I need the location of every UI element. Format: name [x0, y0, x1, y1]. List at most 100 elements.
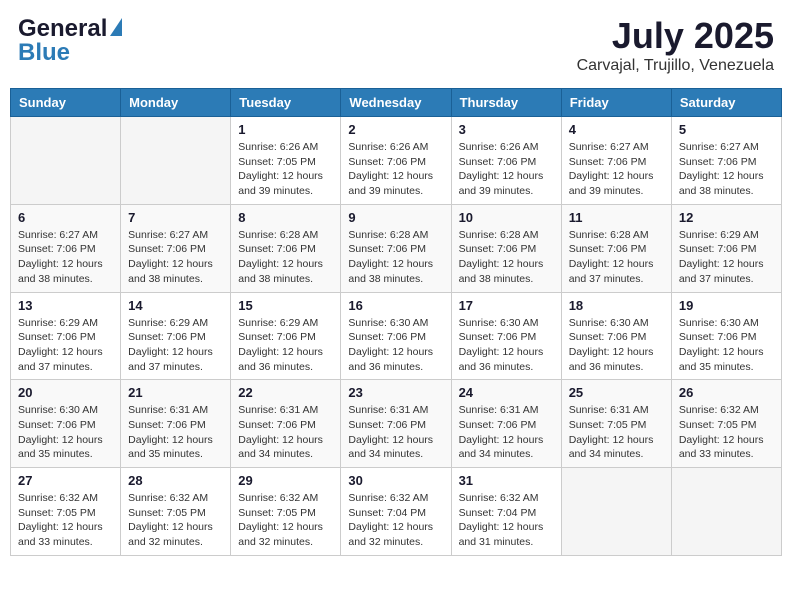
weekday-header-wednesday: Wednesday [341, 89, 451, 117]
calendar-cell [121, 117, 231, 205]
calendar-cell [561, 468, 671, 556]
day-info: Sunrise: 6:30 AMSunset: 7:06 PMDaylight:… [348, 316, 443, 375]
day-info: Sunrise: 6:32 AMSunset: 7:05 PMDaylight:… [238, 491, 333, 550]
calendar-cell: 14 Sunrise: 6:29 AMSunset: 7:06 PMDayligh… [121, 292, 231, 380]
calendar-cell: 19Sunrise: 6:30 AMSunset: 7:06 PMDayligh… [671, 292, 781, 380]
day-number: 3 [459, 122, 554, 137]
day-info: Sunrise: 6:28 AMSunset: 7:06 PMDaylight:… [238, 228, 333, 287]
calendar-cell: 21 Sunrise: 6:31 AMSunset: 7:06 PMDayligh… [121, 380, 231, 468]
week-row-4: 20 Sunrise: 6:30 AMSunset: 7:06 PMDayligh… [11, 380, 782, 468]
day-info: Sunrise: 6:29 AMSunset: 7:06 PMDaylight:… [238, 316, 333, 375]
calendar-cell [671, 468, 781, 556]
day-number: 16 [348, 298, 443, 313]
title-area: July 2025 Carvajal, Trujillo, Venezuela [577, 15, 774, 75]
weekday-header-sunday: Sunday [11, 89, 121, 117]
calendar-cell [11, 117, 121, 205]
day-number: 21 [128, 385, 223, 400]
day-info: Sunrise: 6:31 AMSunset: 7:05 PMDaylight:… [569, 403, 664, 462]
day-info: Sunrise: 6:27 AMSunset: 7:06 PMDaylight:… [569, 140, 664, 199]
calendar-cell: 18 Sunrise: 6:30 AMSunset: 7:06 PMDayligh… [561, 292, 671, 380]
day-info: Sunrise: 6:26 AMSunset: 7:06 PMDaylight:… [459, 140, 554, 199]
calendar-cell: 10Sunrise: 6:28 AMSunset: 7:06 PMDayligh… [451, 204, 561, 292]
calendar-cell: 5Sunrise: 6:27 AMSunset: 7:06 PMDaylight… [671, 117, 781, 205]
week-row-3: 13 Sunrise: 6:29 AMSunset: 7:06 PMDayligh… [11, 292, 782, 380]
calendar-cell: 1Sunrise: 6:26 AMSunset: 7:05 PMDaylight… [231, 117, 341, 205]
calendar-cell: 15 Sunrise: 6:29 AMSunset: 7:06 PMDayligh… [231, 292, 341, 380]
day-info: Sunrise: 6:28 AMSunset: 7:06 PMDaylight:… [348, 228, 443, 287]
calendar-cell: 7 Sunrise: 6:27 AMSunset: 7:06 PMDaylight… [121, 204, 231, 292]
calendar-cell: 6 Sunrise: 6:27 AMSunset: 7:06 PMDaylight… [11, 204, 121, 292]
day-number: 29 [238, 473, 333, 488]
day-number: 30 [348, 473, 443, 488]
day-number: 18 [569, 298, 664, 313]
day-number: 12 [679, 210, 774, 225]
weekday-header-thursday: Thursday [451, 89, 561, 117]
day-number: 1 [238, 122, 333, 137]
calendar-cell: 25 Sunrise: 6:31 AMSunset: 7:05 PMDayligh… [561, 380, 671, 468]
weekday-header-friday: Friday [561, 89, 671, 117]
day-number: 9 [348, 210, 443, 225]
day-number: 13 [18, 298, 113, 313]
day-info: Sunrise: 6:31 AMSunset: 7:06 PMDaylight:… [238, 403, 333, 462]
day-number: 23 [348, 385, 443, 400]
calendar-cell: 11Sunrise: 6:28 AMSunset: 7:06 PMDayligh… [561, 204, 671, 292]
day-info: Sunrise: 6:28 AMSunset: 7:06 PMDaylight:… [459, 228, 554, 287]
week-row-5: 27 Sunrise: 6:32 AMSunset: 7:05 PMDayligh… [11, 468, 782, 556]
day-number: 25 [569, 385, 664, 400]
day-info: Sunrise: 6:30 AMSunset: 7:06 PMDaylight:… [459, 316, 554, 375]
day-number: 28 [128, 473, 223, 488]
day-info: Sunrise: 6:27 AMSunset: 7:06 PMDaylight:… [18, 228, 113, 287]
day-info: Sunrise: 6:32 AMSunset: 7:05 PMDaylight:… [128, 491, 223, 550]
weekday-header-row: SundayMondayTuesdayWednesdayThursdayFrid… [11, 89, 782, 117]
day-number: 22 [238, 385, 333, 400]
day-number: 26 [679, 385, 774, 400]
day-info: Sunrise: 6:27 AMSunset: 7:06 PMDaylight:… [128, 228, 223, 287]
day-info: Sunrise: 6:31 AMSunset: 7:06 PMDaylight:… [459, 403, 554, 462]
day-info: Sunrise: 6:29 AMSunset: 7:06 PMDaylight:… [679, 228, 774, 287]
day-number: 6 [18, 210, 113, 225]
day-number: 27 [18, 473, 113, 488]
calendar-cell: 3 Sunrise: 6:26 AMSunset: 7:06 PMDaylight… [451, 117, 561, 205]
day-info: Sunrise: 6:30 AMSunset: 7:06 PMDaylight:… [18, 403, 113, 462]
logo: General Blue [18, 15, 122, 67]
day-info: Sunrise: 6:29 AMSunset: 7:06 PMDaylight:… [128, 316, 223, 375]
day-info: Sunrise: 6:29 AMSunset: 7:06 PMDaylight:… [18, 316, 113, 375]
day-info: Sunrise: 6:30 AMSunset: 7:06 PMDaylight:… [569, 316, 664, 375]
calendar-cell: 28 Sunrise: 6:32 AMSunset: 7:05 PMDayligh… [121, 468, 231, 556]
day-info: Sunrise: 6:31 AMSunset: 7:06 PMDaylight:… [348, 403, 443, 462]
weekday-header-monday: Monday [121, 89, 231, 117]
logo-blue: Blue [18, 39, 70, 67]
calendar-cell: 13 Sunrise: 6:29 AMSunset: 7:06 PMDayligh… [11, 292, 121, 380]
day-info: Sunrise: 6:26 AMSunset: 7:06 PMDaylight:… [348, 140, 443, 199]
logo-triangle-icon [110, 18, 122, 36]
day-number: 19 [679, 298, 774, 313]
day-number: 15 [238, 298, 333, 313]
calendar-subtitle: Carvajal, Trujillo, Venezuela [577, 57, 774, 75]
calendar-cell: 20 Sunrise: 6:30 AMSunset: 7:06 PMDayligh… [11, 380, 121, 468]
calendar-cell: 16 Sunrise: 6:30 AMSunset: 7:06 PMDayligh… [341, 292, 451, 380]
calendar-table: SundayMondayTuesdayWednesdayThursdayFrid… [10, 88, 782, 556]
calendar-cell: 12 Sunrise: 6:29 AMSunset: 7:06 PMDayligh… [671, 204, 781, 292]
day-number: 20 [18, 385, 113, 400]
calendar-cell: 23 Sunrise: 6:31 AMSunset: 7:06 PMDayligh… [341, 380, 451, 468]
day-info: Sunrise: 6:28 AMSunset: 7:06 PMDaylight:… [569, 228, 664, 287]
day-number: 7 [128, 210, 223, 225]
day-info: Sunrise: 6:27 AMSunset: 7:06 PMDaylight:… [679, 140, 774, 199]
calendar-cell: 30Sunrise: 6:32 AMSunset: 7:04 PMDayligh… [341, 468, 451, 556]
day-number: 14 [128, 298, 223, 313]
calendar-cell: 2 Sunrise: 6:26 AMSunset: 7:06 PMDaylight… [341, 117, 451, 205]
calendar-cell: 9 Sunrise: 6:28 AMSunset: 7:06 PMDaylight… [341, 204, 451, 292]
week-row-1: 1Sunrise: 6:26 AMSunset: 7:05 PMDaylight… [11, 117, 782, 205]
calendar-cell: 27 Sunrise: 6:32 AMSunset: 7:05 PMDayligh… [11, 468, 121, 556]
calendar-title: July 2025 [577, 15, 774, 57]
day-number: 24 [459, 385, 554, 400]
calendar-cell: 22 Sunrise: 6:31 AMSunset: 7:06 PMDayligh… [231, 380, 341, 468]
weekday-header-tuesday: Tuesday [231, 89, 341, 117]
header: General Blue July 2025 Carvajal, Trujill… [10, 10, 782, 80]
day-number: 8 [238, 210, 333, 225]
calendar-cell: 4Sunrise: 6:27 AMSunset: 7:06 PMDaylight… [561, 117, 671, 205]
day-number: 2 [348, 122, 443, 137]
day-info: Sunrise: 6:32 AMSunset: 7:05 PMDaylight:… [18, 491, 113, 550]
day-number: 17 [459, 298, 554, 313]
day-info: Sunrise: 6:31 AMSunset: 7:06 PMDaylight:… [128, 403, 223, 462]
